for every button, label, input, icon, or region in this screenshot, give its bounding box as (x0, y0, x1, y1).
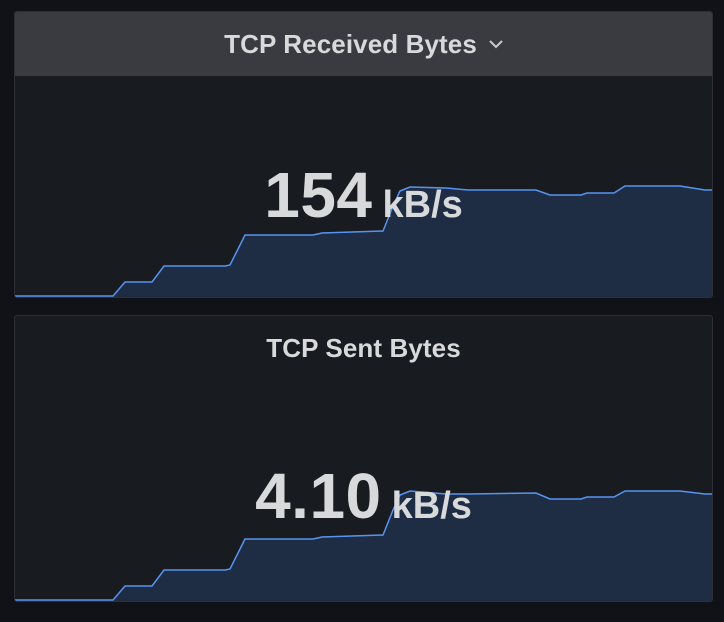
tcp-received-bytes-panel[interactable]: TCP Received Bytes 154 kB/s (14, 11, 713, 298)
tcp-sent-bytes-panel[interactable]: TCP Sent Bytes 4.10 kB/s (14, 315, 713, 602)
chevron-down-icon[interactable] (489, 39, 503, 49)
panel-title: TCP Received Bytes (224, 28, 477, 59)
received-sparkline-area (15, 186, 712, 297)
panel-header[interactable]: TCP Received Bytes (15, 12, 712, 76)
panel-title: TCP Sent Bytes (266, 332, 461, 363)
sent-sparkline-area (15, 491, 712, 601)
panel-header[interactable]: TCP Sent Bytes (15, 316, 712, 380)
